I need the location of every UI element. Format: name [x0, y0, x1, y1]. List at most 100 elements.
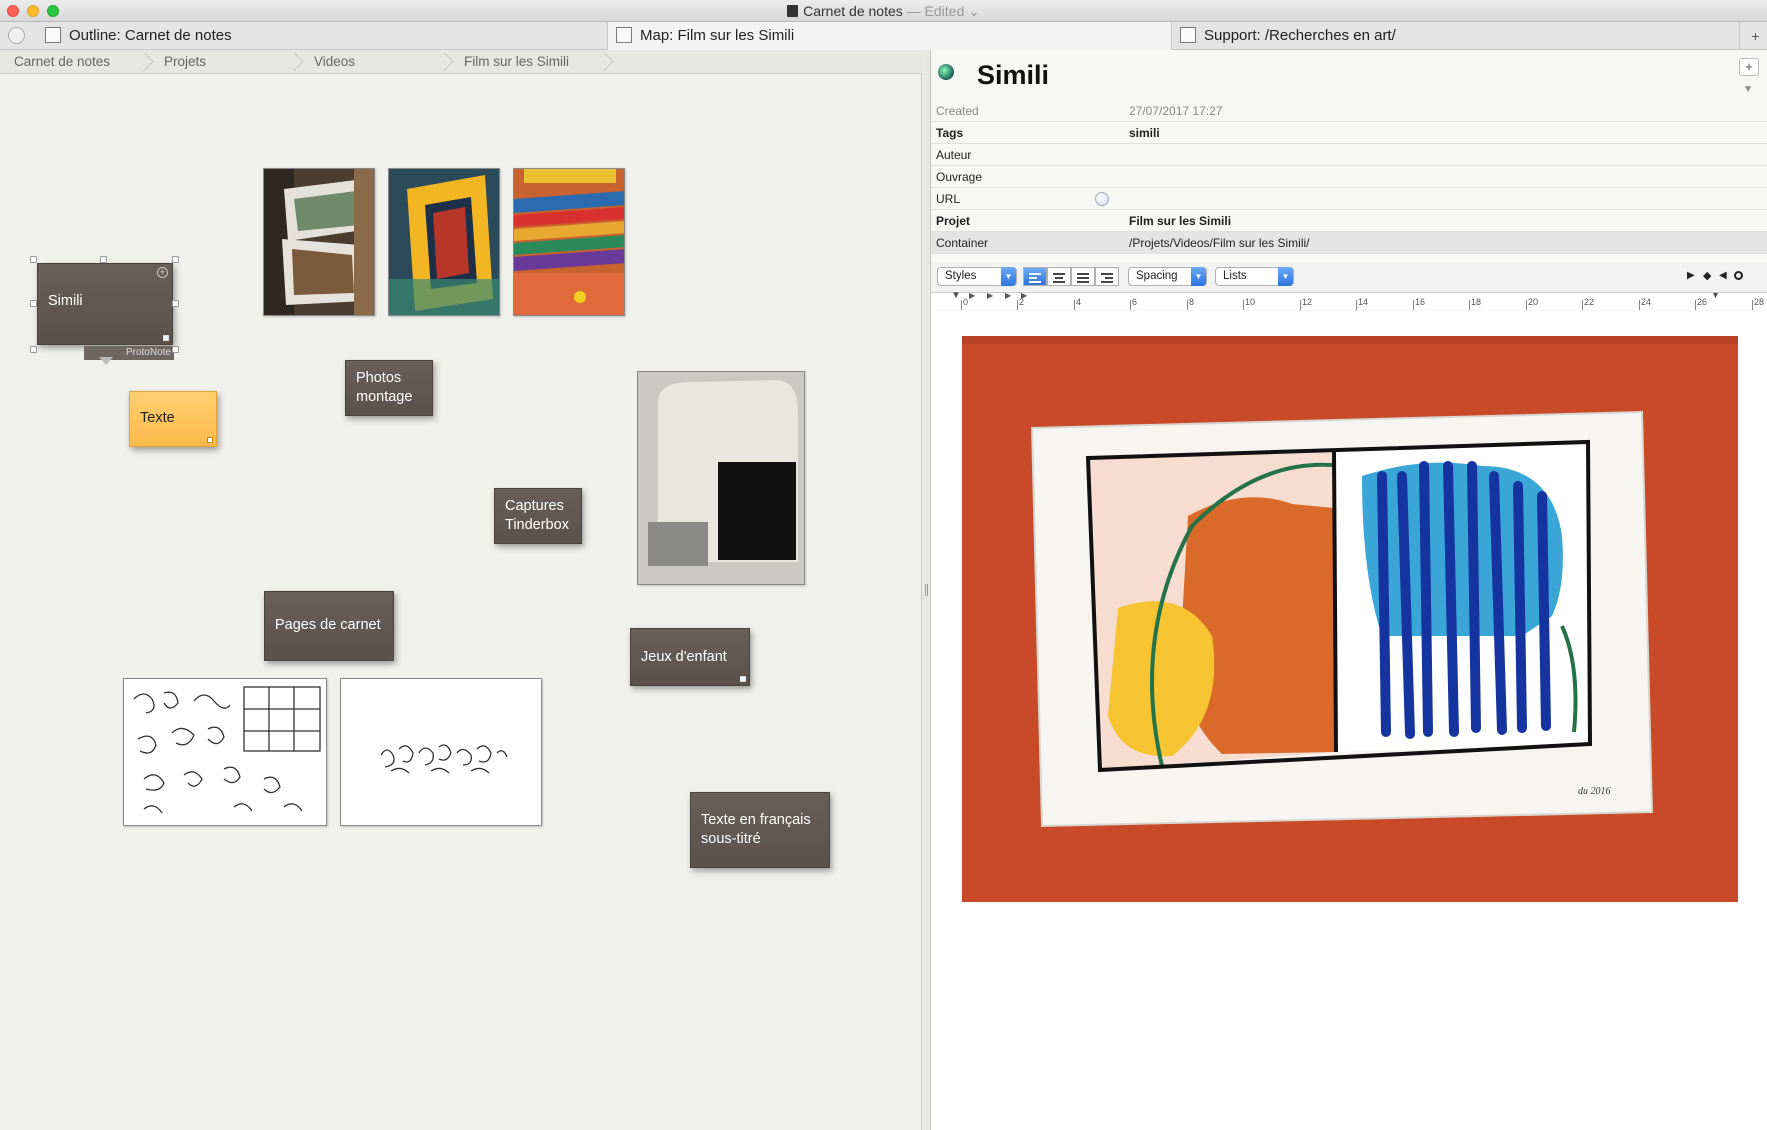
map-view[interactable]: Simili + ProtoNote Texte Photos montage …	[0, 74, 922, 1130]
attribute-row-auteur: Auteur	[931, 144, 1767, 166]
list-icon	[1180, 27, 1196, 44]
breadcrumb: Carnet de notes Projets Videos Film sur …	[0, 50, 922, 74]
add-attribute-button[interactable]: +	[1739, 58, 1759, 76]
attribute-value[interactable]: 27/07/2017 17:27	[1129, 100, 1222, 122]
chevron-down-icon: ▼	[1001, 267, 1016, 286]
add-tab-button[interactable]: +	[1744, 22, 1767, 50]
tab-marker-icon[interactable]: ▶	[1005, 291, 1011, 300]
selection-handle[interactable]	[172, 346, 179, 353]
breadcrumb-item-carnet[interactable]: Carnet de notes	[0, 50, 154, 74]
selection-handle[interactable]	[30, 256, 37, 263]
note-simili[interactable]: Simili +	[37, 263, 173, 345]
key-attributes-table: Created 27/07/2017 17:27 Tags simili Aut…	[931, 100, 1767, 254]
breadcrumb-item-film[interactable]: Film sur les Simili	[450, 50, 614, 74]
attribute-value[interactable]: simili	[1129, 122, 1160, 144]
note-photos-montage[interactable]: Photos montage	[345, 360, 433, 416]
tab-outline[interactable]: Outline: Carnet de notes	[37, 22, 608, 50]
tab-support[interactable]: Support: /Recherches en art/	[1172, 22, 1740, 50]
attribute-key: Auteur	[936, 148, 972, 162]
tab-stop-center-icon[interactable]: ◆	[1703, 269, 1711, 282]
photo-painting-bw[interactable]	[637, 371, 805, 585]
tab-marker-icon[interactable]: ▶	[987, 291, 993, 300]
selection-handle[interactable]	[172, 300, 179, 307]
lists-select[interactable]: Lists ▼	[1215, 267, 1294, 286]
selection-handle[interactable]	[30, 300, 37, 307]
breadcrumb-label: Projets	[164, 54, 207, 69]
lists-select-label: Lists	[1223, 270, 1247, 282]
close-window-button[interactable]	[7, 5, 19, 17]
align-center-button[interactable]	[1047, 267, 1071, 286]
note-jeux-d-enfant[interactable]: Jeux d'enfant	[630, 628, 750, 686]
note-texte[interactable]: Texte	[129, 391, 217, 447]
attribute-key: Projet	[936, 214, 971, 228]
photo-stacked-frames[interactable]	[513, 168, 625, 316]
note-texte-label: Texte	[140, 410, 175, 426]
prototype-badge: ProtoNote	[84, 346, 174, 360]
plus-circle-icon[interactable]: +	[157, 267, 168, 278]
note-captures-tinderbox[interactable]: Captures Tinderbox	[494, 488, 582, 544]
attribute-value[interactable]: Film sur les Simili	[1129, 210, 1231, 232]
photo-yellow-frame[interactable]	[388, 168, 500, 316]
note-pages-de-carnet[interactable]: Pages de carnet	[264, 591, 394, 661]
styles-select[interactable]: Styles ▼	[937, 267, 1017, 286]
align-left-button[interactable]	[1023, 267, 1047, 286]
tab-stop-right-icon[interactable]: ▶	[1687, 270, 1695, 281]
minimize-window-button[interactable]	[27, 5, 39, 17]
painting-signature: du 2016	[1578, 786, 1611, 797]
window-titlebar: Carnet de notes — Edited ⌄	[0, 0, 1767, 22]
tab-stop-decimal-icon[interactable]	[1734, 271, 1743, 280]
photo-frames-stairs[interactable]	[263, 168, 375, 316]
note-jeux-d-enfant-label: Jeux d'enfant	[641, 649, 727, 665]
resize-corner-icon[interactable]	[207, 437, 213, 443]
photo-sketch-page-1[interactable]	[123, 678, 327, 826]
tab-map-label: Map: Film sur les Simili	[640, 27, 795, 44]
tab-close-circle-icon[interactable]	[8, 27, 25, 44]
note-header: Simili + ▼	[931, 50, 1767, 100]
splitter-grip-icon	[925, 584, 928, 596]
edited-status[interactable]: — Edited ⌄	[907, 3, 980, 19]
window-title: Carnet de notes	[803, 3, 903, 19]
breadcrumb-item-projets[interactable]: Projets	[150, 50, 304, 74]
first-line-indent-icon[interactable]: ▼	[951, 290, 961, 301]
chevron-right-icon	[594, 52, 614, 72]
zoom-window-button[interactable]	[47, 5, 59, 17]
selection-handle[interactable]	[172, 256, 179, 263]
selection-handle[interactable]	[30, 346, 37, 353]
breadcrumb-label: Film sur les Simili	[464, 54, 570, 69]
sketches-image	[341, 679, 541, 825]
note-title[interactable]: Simili	[977, 60, 1049, 91]
note-texte-francais[interactable]: Texte en français sous-titré	[690, 792, 830, 868]
tab-marker-icon[interactable]: ▶	[969, 291, 975, 300]
frames-image	[514, 169, 624, 315]
attribute-value[interactable]: /Projets/Videos/Film sur les Simili/	[1129, 232, 1310, 254]
attribute-row-projet: Projet Film sur les Simili	[931, 210, 1767, 232]
collapse-arrow-icon[interactable]: ▼	[1743, 84, 1753, 95]
embedded-painting-image[interactable]: du 2016	[962, 336, 1738, 902]
right-margin-icon[interactable]: ▼	[1711, 290, 1720, 300]
note-badge-icon[interactable]	[938, 64, 954, 80]
note-text-editor[interactable]: du 2016	[931, 311, 1767, 1130]
painting-image: du 2016	[962, 336, 1738, 902]
outline-icon	[45, 27, 61, 44]
resize-corner-icon[interactable]	[740, 676, 746, 682]
text-ruler[interactable]: ▼ ▶ ▶ ▶ ▶ ▼ 0 2 4 6 8 10 12 14 16 18 20 …	[931, 290, 1767, 310]
pane-splitter[interactable]	[922, 50, 931, 1130]
attribute-row-url: URL	[931, 188, 1767, 210]
resize-corner-icon[interactable]	[163, 335, 169, 341]
breadcrumb-item-videos[interactable]: Videos	[300, 50, 454, 74]
attribute-row-created: Created 27/07/2017 17:27	[931, 100, 1767, 122]
selection-handle[interactable]	[100, 256, 107, 263]
drag-arrow-down-icon[interactable]	[99, 357, 113, 365]
open-url-icon[interactable]	[1095, 192, 1109, 206]
attribute-key: Created	[936, 104, 979, 118]
note-simili-label: Simili	[48, 293, 83, 309]
attribute-key: URL	[936, 192, 961, 206]
attribute-key: Container	[936, 236, 989, 250]
spacing-select[interactable]: Spacing ▼	[1128, 267, 1207, 286]
tab-stop-left-icon[interactable]: ◀	[1719, 270, 1727, 281]
align-right-button[interactable]	[1095, 267, 1119, 286]
photo-sketch-page-2[interactable]	[340, 678, 542, 826]
tab-map[interactable]: Map: Film sur les Simili	[608, 22, 1172, 50]
align-justify-button[interactable]	[1071, 267, 1095, 286]
attribute-row-container: Container /Projets/Videos/Film sur les S…	[931, 232, 1767, 254]
